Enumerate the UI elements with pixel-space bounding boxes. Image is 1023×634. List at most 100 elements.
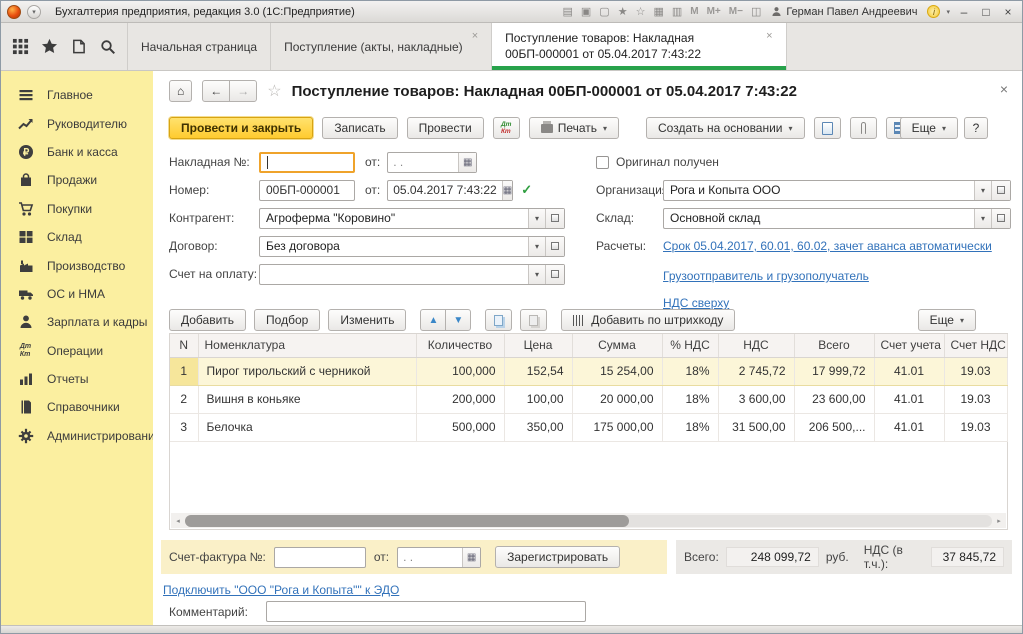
add-by-barcode-button[interactable]: Добавить по штрихкоду [561,309,735,331]
edit-row-button[interactable]: Изменить [328,309,406,331]
back-button[interactable]: ← [202,80,230,102]
column-header[interactable]: Номенклатура [198,334,416,357]
table-cell[interactable]: 15 254,00 [572,357,662,385]
dropdown-icon[interactable]: ▾ [974,209,991,228]
dropdown-icon[interactable]: ▾ [528,237,545,256]
calendar-icon[interactable]: ▦ [462,548,480,567]
info-caret-icon[interactable]: ▾ [946,8,950,16]
column-header[interactable]: Счет НДС [944,334,1007,357]
table-cell[interactable]: 500,000 [416,413,504,441]
forward-button[interactable]: → [229,80,257,102]
table-row[interactable]: 2Вишня в коньяке200,000100,0020 000,0018… [170,385,1007,413]
horizontal-scrollbar[interactable]: ◂ ▸ [171,513,1006,528]
edo-link[interactable]: Подключить "ООО "Рога и Копыта"" к ЭДО [163,583,399,597]
sidebar-item-person[interactable]: Зарплата и кадры [1,308,153,336]
comment-input[interactable] [266,601,586,622]
table-cell[interactable]: 3 600,00 [718,385,794,413]
tab-receipts-list[interactable]: Поступление (акты, накладные) × [271,23,492,70]
sidebar-item-menu[interactable]: Главное [1,81,153,109]
pick-button[interactable]: Подбор [254,309,320,331]
open-icon[interactable] [545,209,564,228]
calendar-icon[interactable]: ▥ [672,5,682,18]
table-cell[interactable]: Вишня в коньяке [198,385,416,413]
sidebar-item-bar-chart[interactable]: Отчеты [1,365,153,393]
table-cell[interactable]: 18% [662,385,718,413]
home-button[interactable]: ⌂ [169,80,192,102]
copy-row-button[interactable] [485,309,512,331]
dtkt-button[interactable]: ДтКт [493,117,520,139]
warehouse-combo[interactable]: Основной склад ▾ [663,208,1011,229]
vat-link[interactable]: НДС сверху [663,296,729,310]
table-row[interactable]: 3Белочка500,000350,00175 000,0018%31 500… [170,413,1007,441]
sidebar-item-truck[interactable]: ОС и НМА [1,280,153,308]
table-cell[interactable]: 2 [170,385,198,413]
sidebar-item-dtkt[interactable]: ДтКтОперации [1,337,153,365]
post-and-close-button[interactable]: Провести и закрыть [169,117,313,139]
memory-m-icon[interactable]: M [690,6,698,17]
number-date-input[interactable]: 05.04.2017 7:43:22 ▦ [387,180,513,201]
dropdown-icon[interactable]: ▾ [528,265,545,284]
calendar-icon[interactable]: ▦ [458,153,476,172]
table-cell[interactable]: 41.01 [874,413,944,441]
save-icon[interactable]: ▤ [562,5,572,18]
dropdown-icon[interactable]: ▾ [528,209,545,228]
table-cell[interactable]: 152,54 [504,357,572,385]
table-cell[interactable]: 18% [662,357,718,385]
table-cell[interactable]: 19.03 [944,385,1007,413]
column-header[interactable]: Цена [504,334,572,357]
close-window-button[interactable]: × [1000,5,1016,19]
table-cell[interactable]: 200,000 [416,385,504,413]
write-button[interactable]: Записать [322,117,397,139]
table-cell[interactable]: Белочка [198,413,416,441]
current-user[interactable]: Герман Павел Андреевич [771,6,917,18]
table-cell[interactable]: 41.01 [874,357,944,385]
favorite-toggle-icon[interactable]: ☆ [267,81,281,101]
column-header[interactable]: НДС [718,334,794,357]
open-icon[interactable] [545,265,564,284]
table-cell[interactable]: 100,00 [504,385,572,413]
dropdown-icon[interactable]: ▾ [974,181,991,200]
sidebar-item-warehouse[interactable]: Склад [1,223,153,251]
invoice-reg-date-input[interactable]: . . ▦ [397,547,481,568]
counterparty-combo[interactable]: Агроферма "Коровино" ▾ [259,208,565,229]
organization-combo[interactable]: Рога и Копыта ООО ▾ [663,180,1011,201]
invoice-no-input[interactable] [259,152,355,173]
column-header[interactable]: N [170,334,198,357]
register-button[interactable]: Зарегистрировать [495,546,620,568]
table-cell[interactable]: 1 [170,357,198,385]
table-cell[interactable]: 17 999,72 [794,357,874,385]
table-cell[interactable]: Пирог тирольский с черникой [198,357,416,385]
sidebar-item-factory[interactable]: Производство [1,251,153,279]
tab-home[interactable]: Начальная страница [127,23,271,70]
table-cell[interactable]: 175 000,00 [572,413,662,441]
items-more-button[interactable]: Еще▾ [918,309,976,331]
info-icon[interactable]: i [927,5,940,18]
help-button[interactable]: ? [964,117,988,139]
minimize-button[interactable]: – [956,5,972,19]
sidebar-item-cart[interactable]: Покупки [1,195,153,223]
1c-logo-icon[interactable] [7,5,21,19]
memory-m-plus-icon[interactable]: M+ [707,6,721,17]
calculator-icon[interactable]: ▦ [653,5,663,18]
close-form-icon[interactable]: × [1000,81,1008,97]
favorite-add-icon[interactable]: ★ [618,5,628,18]
consignor-link[interactable]: Грузоотправитель и грузополучатель [663,269,869,283]
invoice-number-input[interactable] [274,547,366,568]
memory-m-minus-icon[interactable]: M− [729,6,743,17]
table-cell[interactable]: 3 [170,413,198,441]
table-row[interactable]: 1Пирог тирольский с черникой100,000152,5… [170,357,1007,385]
column-header[interactable]: % НДС [662,334,718,357]
original-received-checkbox[interactable] [596,156,609,169]
attachments-button[interactable] [850,117,877,139]
number-input[interactable]: 00БП-000001 [259,180,355,201]
print-icon[interactable]: ▣ [581,5,591,18]
table-cell[interactable]: 23 600,00 [794,385,874,413]
column-header[interactable]: Счет учета [874,334,944,357]
column-header[interactable]: Всего [794,334,874,357]
main-menu-icon[interactable]: ▾ [27,5,41,19]
search-icon[interactable] [98,37,118,57]
table-cell[interactable]: 20 000,00 [572,385,662,413]
favorites-icon[interactable]: ☆ [636,5,646,18]
invoice-date-input[interactable]: . . ▦ [387,152,477,173]
tab-close-icon[interactable]: × [472,30,478,42]
